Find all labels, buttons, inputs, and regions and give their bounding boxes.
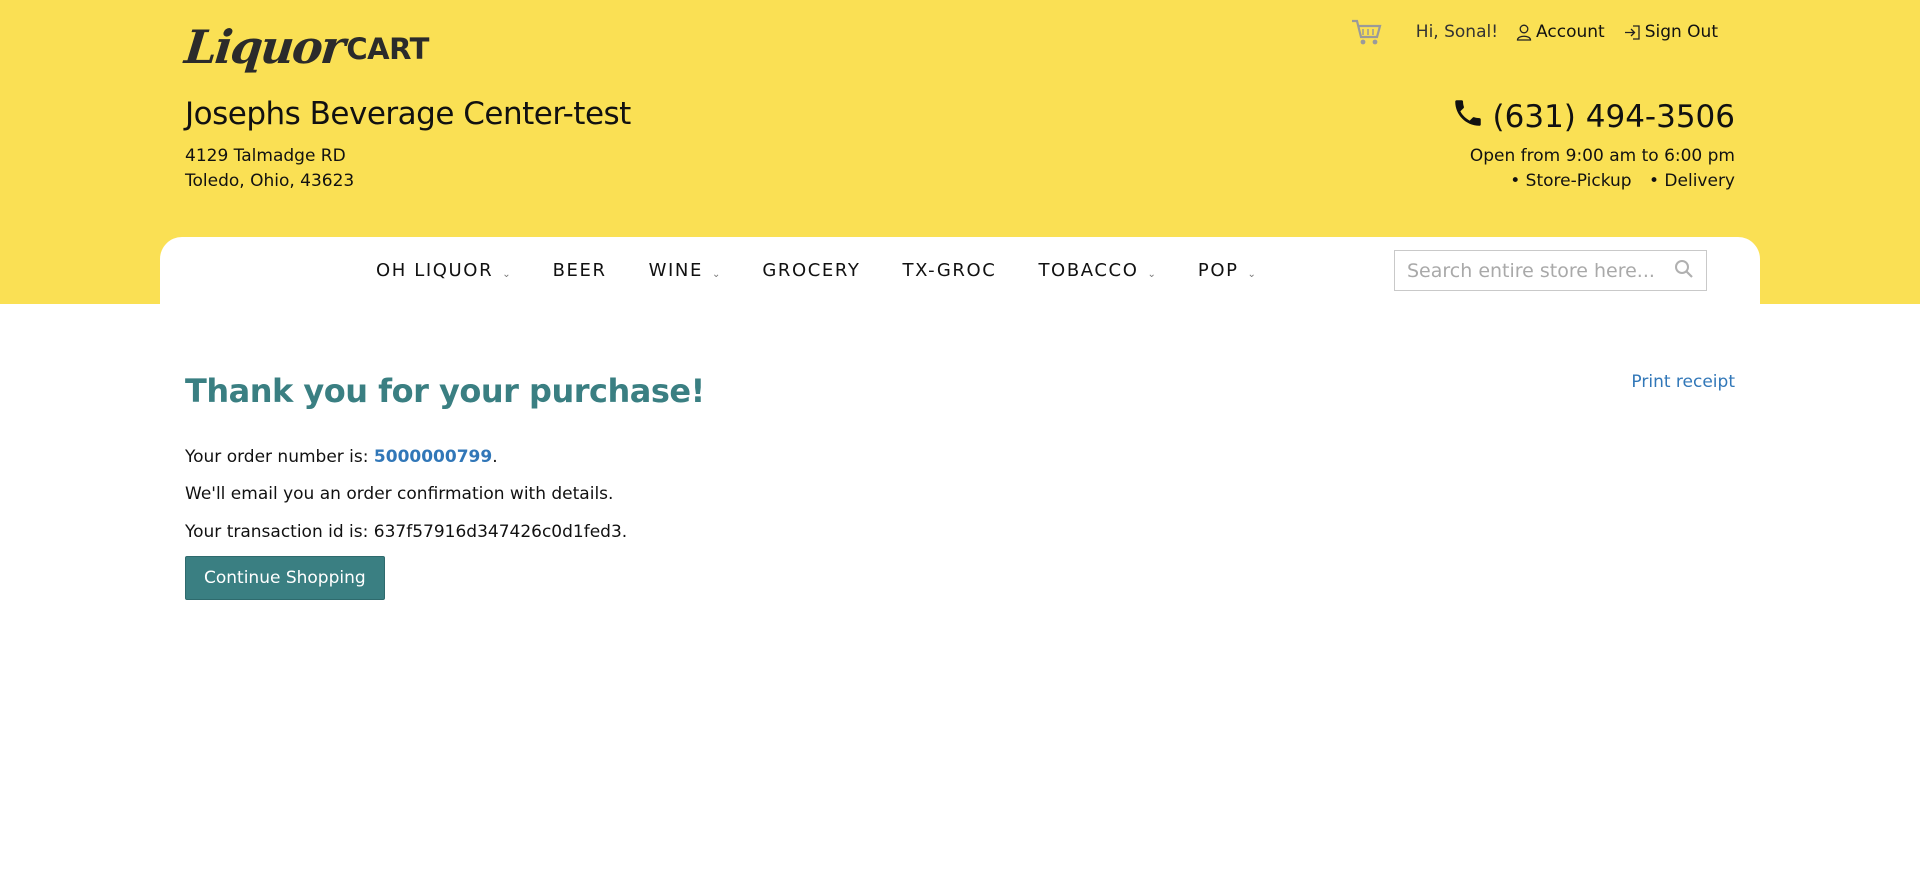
order-confirmation: Thank you for your purchase! Print recei… [185,372,1735,600]
store-search-box [1394,250,1707,291]
logo-cart-text: CART [346,32,429,66]
chevron-down-icon: ⌄ [1247,269,1256,280]
transaction-id-line: Your transaction id is: 637f57916d347426… [185,522,628,542]
account-link[interactable]: Account [1516,22,1605,42]
nav-beer-label: BEER [552,260,607,281]
nav-grocery[interactable]: GROCERY [762,260,860,281]
search-input[interactable] [1407,259,1674,282]
store-address: 4129 Talmadge RD Toledo, Ohio, 43623 [185,144,354,194]
phone-icon [1451,96,1485,138]
order-number-link[interactable]: 5000000799 [374,447,492,467]
nav-oh-liquor[interactable]: OH LIQUOR ⌄ [376,260,511,281]
fulfillment-options: • Store-Pickup • Delivery [1470,169,1735,194]
store-hours-block: Open from 9:00 am to 6:00 pm • Store-Pic… [1470,144,1735,194]
chevron-down-icon: ⌄ [502,269,511,280]
store-hours: Open from 9:00 am to 6:00 pm [1469,146,1735,166]
search-icon[interactable] [1674,259,1694,283]
sign-out-label: Sign Out [1644,22,1718,42]
category-menu: OH LIQUOR ⌄ BEER WINE ⌄ GROCERY TX-GROC … [376,237,1298,304]
nav-tx-groc-label: TX-GROC [902,260,997,281]
account-label: Account [1536,22,1605,42]
nav-wine[interactable]: WINE ⌄ [649,260,721,281]
option-delivery: • Delivery [1649,171,1735,191]
sign-out-link[interactable]: Sign Out [1623,22,1718,42]
nav-pop[interactable]: POP ⌄ [1198,260,1256,281]
chevron-down-icon: ⌄ [1147,269,1156,280]
nav-wine-label: WINE [648,260,703,281]
order-number-suffix: . [492,447,498,467]
store-phone[interactable]: (631) 494-3506 [1451,96,1735,138]
nav-pop-label: POP [1197,260,1239,281]
user-icon [1516,24,1532,41]
chevron-down-icon: ⌄ [711,269,721,280]
liquorcart-logo[interactable]: Liquor CART [182,10,429,74]
nav-tx-groc[interactable]: TX-GROC [902,260,996,281]
nav-beer[interactable]: BEER [553,260,607,281]
user-greeting: Hi, Sonal! [1415,22,1499,42]
main-navigation: OH LIQUOR ⌄ BEER WINE ⌄ GROCERY TX-GROC … [160,237,1760,304]
store-address-line1: 4129 Talmadge RD [185,146,346,166]
phone-number: (631) 494-3506 [1492,99,1735,135]
nav-tobacco-label: TOBACCO [1038,260,1139,281]
email-confirmation-note: We'll email you an order confirmation wi… [185,484,614,504]
option-store-pickup: • Store-Pickup [1510,171,1632,191]
store-name: Josephs Beverage Center-test [185,96,631,132]
sign-out-icon [1623,24,1641,41]
logo-script-text: Liquor [182,20,347,74]
store-address-line2: Toledo, Ohio, 43623 [185,171,355,191]
nav-grocery-label: GROCERY [762,260,861,281]
print-receipt-link[interactable]: Print receipt [1631,372,1735,392]
top-user-bar: Hi, Sonal! Account Sign Out [1350,14,1718,50]
order-number-prefix: Your order number is: [185,447,374,467]
continue-shopping-button[interactable]: Continue Shopping [185,556,385,600]
nav-tobacco[interactable]: TOBACCO ⌄ [1038,260,1155,281]
nav-oh-liquor-label: OH LIQUOR [376,260,494,281]
page-title: Thank you for your purchase! [185,372,705,410]
shopping-cart-icon[interactable] [1350,15,1384,49]
order-number-line: Your order number is: 5000000799. [185,447,498,467]
